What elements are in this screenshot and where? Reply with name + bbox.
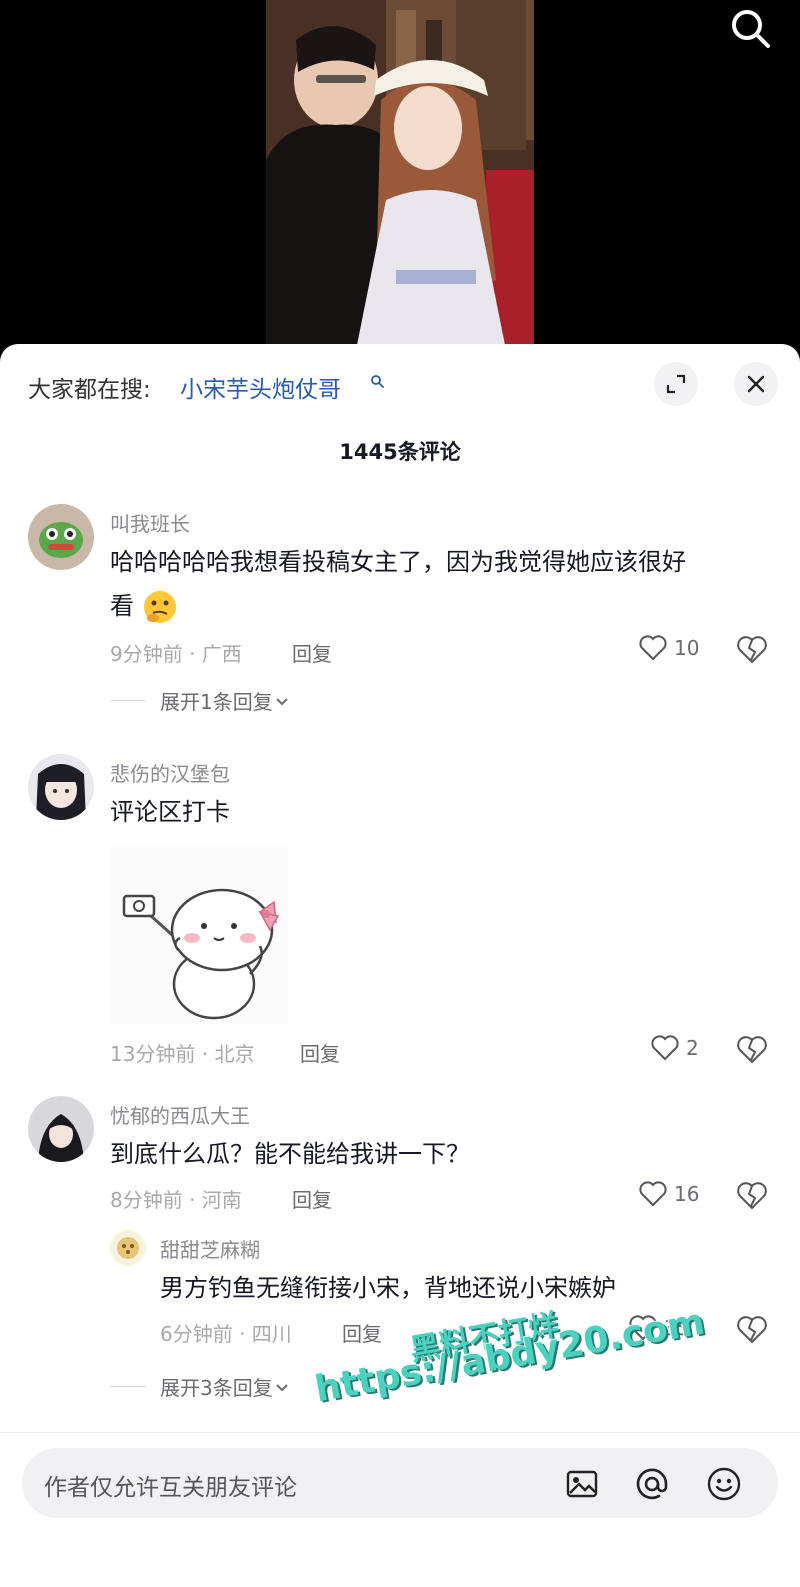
comment-sheet: 大家都在搜: 小宋芋头炮仗哥 1445条评论 叫我班长 哈哈哈哈哈我想看投稿女主… (0, 344, 800, 1587)
reply-time-location: 6分钟前 · 四川 (160, 1322, 292, 1346)
comment-item: 叫我班长 哈哈哈哈哈我想看投稿女主了，因为我觉得她应该很好 看 9分钟前 · 广… (0, 504, 800, 734)
reply-username[interactable]: 甜甜芝麻糊 (160, 1234, 260, 1263)
video-thumbnail (266, 0, 534, 350)
avatar[interactable] (28, 504, 94, 570)
selfie-bun-sticker (110, 846, 288, 1024)
heart-icon (651, 1035, 679, 1061)
avatar[interactable] (28, 754, 94, 820)
avatar[interactable] (28, 1096, 94, 1162)
expand-replies-button[interactable]: 展开3条回复 (110, 1372, 291, 1401)
dislike-icon[interactable] (736, 1034, 768, 1066)
dislike-icon[interactable] (736, 1314, 768, 1346)
reply-button[interactable]: 回复 (300, 1038, 340, 1067)
heart-icon (639, 1181, 667, 1207)
comment-text: 到底什么瓜？能不能给我讲一下？ (110, 1140, 470, 1168)
thinking-emoji-icon (143, 591, 176, 623)
reply-text: 男方钓鱼无缝衔接小宋，背地还说小宋嫉妒 (160, 1274, 616, 1302)
like-button[interactable]: 16 (638, 1180, 699, 1208)
video-photo (266, 0, 534, 350)
like-count: 2 (686, 1036, 699, 1060)
image-icon[interactable] (564, 1466, 600, 1502)
mention-icon[interactable] (634, 1466, 670, 1502)
comment-item: 忧郁的西瓜大王 到底什么瓜？能不能给我讲一下？ 8分钟前 · 河南 回复 16 (0, 1096, 800, 1416)
heart-icon (629, 1315, 657, 1341)
comment-time-location: 8分钟前 · 河南 (110, 1188, 242, 1212)
comment-count: 1445条评论 (339, 440, 461, 464)
dislike-icon[interactable] (736, 634, 768, 666)
like-button[interactable]: 10 (638, 634, 699, 662)
comment-input-bar[interactable]: 作者仅允许互关朋友评论 (22, 1448, 778, 1518)
video-player[interactable] (0, 0, 800, 350)
like-count: 35 (664, 1316, 690, 1340)
emoji-icon[interactable] (706, 1466, 742, 1502)
avatar[interactable] (110, 1230, 146, 1266)
expand-replies-button[interactable]: 展开1条回复 (110, 686, 291, 715)
close-icon (747, 375, 765, 393)
expand-sheet-button[interactable] (654, 362, 698, 406)
reply-button[interactable]: 回复 (342, 1318, 382, 1347)
like-button[interactable]: 35 (628, 1314, 689, 1342)
chevron-down-icon (276, 1383, 288, 1391)
dislike-icon[interactable] (736, 1180, 768, 1212)
like-count: 10 (674, 636, 700, 660)
search-icon (732, 10, 770, 48)
comment-username[interactable]: 悲伤的汉堡包 (110, 758, 230, 787)
search-button[interactable] (728, 6, 774, 52)
comment-text: 评论区打卡 (110, 798, 230, 826)
sheet-header: 大家都在搜: 小宋芋头炮仗哥 (0, 344, 800, 424)
trending-search-link[interactable]: 小宋芋头炮仗哥 (180, 370, 341, 404)
heart-icon (639, 635, 667, 661)
reply-button[interactable]: 回复 (292, 638, 332, 667)
chevron-down-icon (276, 697, 288, 705)
comment-sticker-image[interactable] (110, 846, 288, 1024)
sub-reply-item: 甜甜芝麻糊 男方钓鱼无缝衔接小宋，背地还说小宋嫉妒 6分钟前 · 四川 回复 3… (0, 1230, 800, 1370)
comment-time-location: 9分钟前 · 广西 (110, 642, 242, 666)
small-search-icon (371, 375, 384, 388)
trending-label: 大家都在搜: (28, 377, 151, 403)
reply-button[interactable]: 回复 (292, 1184, 332, 1213)
comment-input-placeholder[interactable]: 作者仅允许互关朋友评论 (44, 1468, 297, 1502)
comment-text: 哈哈哈哈哈我想看投稿女主了，因为我觉得她应该很好 看 (110, 540, 770, 628)
comment-item: 悲伤的汉堡包 评论区打卡 13分钟前 · 北京 回复 2 (0, 754, 800, 1084)
like-count: 16 (674, 1182, 700, 1206)
comment-username[interactable]: 忧郁的西瓜大王 (110, 1100, 250, 1129)
comment-time-location: 13分钟前 · 北京 (110, 1042, 255, 1066)
expand-icon (666, 374, 686, 394)
comment-username[interactable]: 叫我班长 (110, 508, 190, 537)
like-button[interactable]: 2 (650, 1034, 699, 1062)
divider (0, 1432, 800, 1433)
close-sheet-button[interactable] (734, 362, 778, 406)
